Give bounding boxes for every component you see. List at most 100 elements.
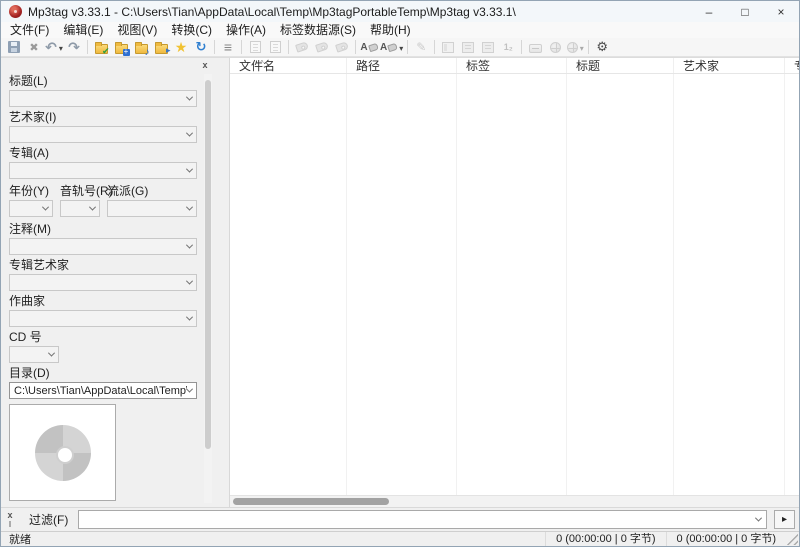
select-all-icon xyxy=(224,39,232,55)
playlist-all-button[interactable] xyxy=(245,38,265,56)
dropdown-arrow-icon[interactable] xyxy=(59,38,63,56)
convert-filename-tag-icon xyxy=(380,42,397,53)
track-combo[interactable] xyxy=(60,200,100,217)
column-header[interactable]: 艺术家 xyxy=(674,58,785,73)
select-all-button[interactable] xyxy=(218,38,238,56)
genre-field-label: 流派(G) xyxy=(107,184,197,198)
filter-controls: x ‖ xyxy=(1,511,19,529)
chevron-down-icon xyxy=(89,204,96,211)
remove-id3v1-button[interactable] xyxy=(458,38,478,56)
web-source-button[interactable] xyxy=(545,38,565,56)
composer-combo[interactable] xyxy=(9,310,197,327)
menu-item[interactable]: 编辑(E) xyxy=(56,22,110,38)
refresh-icon xyxy=(196,39,207,55)
edit-tag-button[interactable] xyxy=(411,38,431,56)
change-directory-button[interactable] xyxy=(91,38,111,56)
playlist-icon xyxy=(135,44,148,54)
status-cells: 0 (00:00:00 | 0 字节)0 (00:00:00 | 0 字节) xyxy=(545,532,786,546)
tag-panel-close-button[interactable]: x xyxy=(199,59,211,70)
toolbar-separator xyxy=(87,40,88,54)
tag-sources-button[interactable] xyxy=(565,38,585,56)
genre-combo[interactable] xyxy=(107,200,197,217)
redo-button[interactable] xyxy=(64,38,84,56)
convert-tag-filename-button[interactable] xyxy=(359,38,379,56)
autonumbering-wizard-button[interactable] xyxy=(498,38,518,56)
directory-combo[interactable]: C:\Users\Tian\AppData\Local\Temp\Mp3 xyxy=(9,382,197,399)
paste-tag-button[interactable] xyxy=(332,38,352,56)
menu-item[interactable]: 标签数据源(S) xyxy=(273,22,363,38)
column-header[interactable]: 标题 xyxy=(567,58,674,73)
chevron-down-icon xyxy=(186,242,193,249)
filter-expression-button[interactable] xyxy=(774,510,795,529)
year-track-genre-row: 年份(Y) 音轨号(R) 流派(G) xyxy=(9,182,197,220)
favorites-button[interactable] xyxy=(171,38,191,56)
resize-grip[interactable] xyxy=(786,533,798,545)
remove-id3v2-button[interactable] xyxy=(478,38,498,56)
filter-close-button[interactable]: x xyxy=(7,511,12,520)
dropdown-arrow-icon[interactable] xyxy=(580,38,584,56)
close-button[interactable]: × xyxy=(763,1,799,22)
cd-rip-button[interactable] xyxy=(525,38,545,56)
column-header[interactable]: 专辑 xyxy=(785,58,799,73)
remove-tag-button[interactable] xyxy=(24,38,44,56)
toolbar-separator xyxy=(407,40,408,54)
menu-item[interactable]: 帮助(H) xyxy=(363,22,418,38)
cd-placeholder-icon xyxy=(35,425,91,481)
menu-item[interactable]: 转换(C) xyxy=(164,22,219,38)
tag-panel-scrollbar-thumb[interactable] xyxy=(205,80,211,449)
tag-panel-scrollbar[interactable] xyxy=(204,74,212,503)
filter-input[interactable] xyxy=(78,510,767,529)
title-combo[interactable] xyxy=(9,90,197,107)
chevron-down-icon xyxy=(186,314,193,321)
track-field: 音轨号(R) xyxy=(60,182,100,220)
chevron-down-icon xyxy=(186,166,193,173)
column-header-label: 标签 xyxy=(466,59,490,73)
year-field-label: 年份(Y) xyxy=(9,184,53,198)
file-list-body[interactable] xyxy=(230,74,799,495)
album-field-label: 专辑(A) xyxy=(9,146,197,160)
artist-combo[interactable] xyxy=(9,126,197,143)
convert-filename-tag-button[interactable] xyxy=(379,38,404,56)
status-ready-text: 就绪 xyxy=(1,531,545,547)
open-folder-button[interactable] xyxy=(151,38,171,56)
menu-item[interactable]: 视图(V) xyxy=(110,22,164,38)
extended-tags-button[interactable] xyxy=(438,38,458,56)
column-header[interactable]: 路径 xyxy=(347,58,457,73)
file-list-hscrollbar[interactable] xyxy=(230,495,799,507)
minimize-button[interactable]: – xyxy=(691,1,727,22)
menu-item[interactable]: 操作(A) xyxy=(219,22,273,38)
year-combo[interactable] xyxy=(9,200,53,217)
dropdown-arrow-icon[interactable] xyxy=(399,38,403,56)
web-source-icon xyxy=(550,42,561,53)
column-header[interactable]: 文件名^ xyxy=(230,58,347,73)
copy-tag-button[interactable] xyxy=(312,38,332,56)
add-directory-button[interactable] xyxy=(111,38,131,56)
save-tag-button[interactable] xyxy=(4,38,24,56)
album-combo[interactable] xyxy=(9,162,197,179)
column-header[interactable]: 标签 xyxy=(457,58,567,73)
column-gridline xyxy=(784,74,785,495)
comment-combo[interactable] xyxy=(9,238,197,255)
playlist-selected-button[interactable] xyxy=(265,38,285,56)
menu-item[interactable]: 文件(F) xyxy=(3,22,56,38)
redo-icon xyxy=(68,39,80,56)
panel-splitter[interactable] xyxy=(214,58,229,507)
playlist-button[interactable] xyxy=(131,38,151,56)
maximize-button[interactable]: □ xyxy=(727,1,763,22)
remove-id3v2-icon xyxy=(482,42,494,53)
options-wrench-button[interactable] xyxy=(592,38,612,56)
open-folder-icon xyxy=(155,44,168,54)
status-count-cell: 0 (00:00:00 | 0 字节) xyxy=(666,532,786,546)
file-list-hscrollbar-thumb[interactable] xyxy=(233,498,389,505)
chevron-down-icon xyxy=(48,350,55,357)
cut-tag-button[interactable] xyxy=(292,38,312,56)
disc-combo[interactable] xyxy=(9,346,59,363)
album-art-box[interactable] xyxy=(9,404,116,501)
album-artist-combo[interactable] xyxy=(9,274,197,291)
status-bar: 就绪 0 (00:00:00 | 0 字节)0 (00:00:00 | 0 字节… xyxy=(1,531,799,546)
chevron-down-icon xyxy=(186,204,193,211)
refresh-button[interactable] xyxy=(191,38,211,56)
copy-tag-icon xyxy=(315,41,329,52)
undo-button[interactable] xyxy=(44,38,64,56)
edit-tag-icon xyxy=(416,40,426,54)
